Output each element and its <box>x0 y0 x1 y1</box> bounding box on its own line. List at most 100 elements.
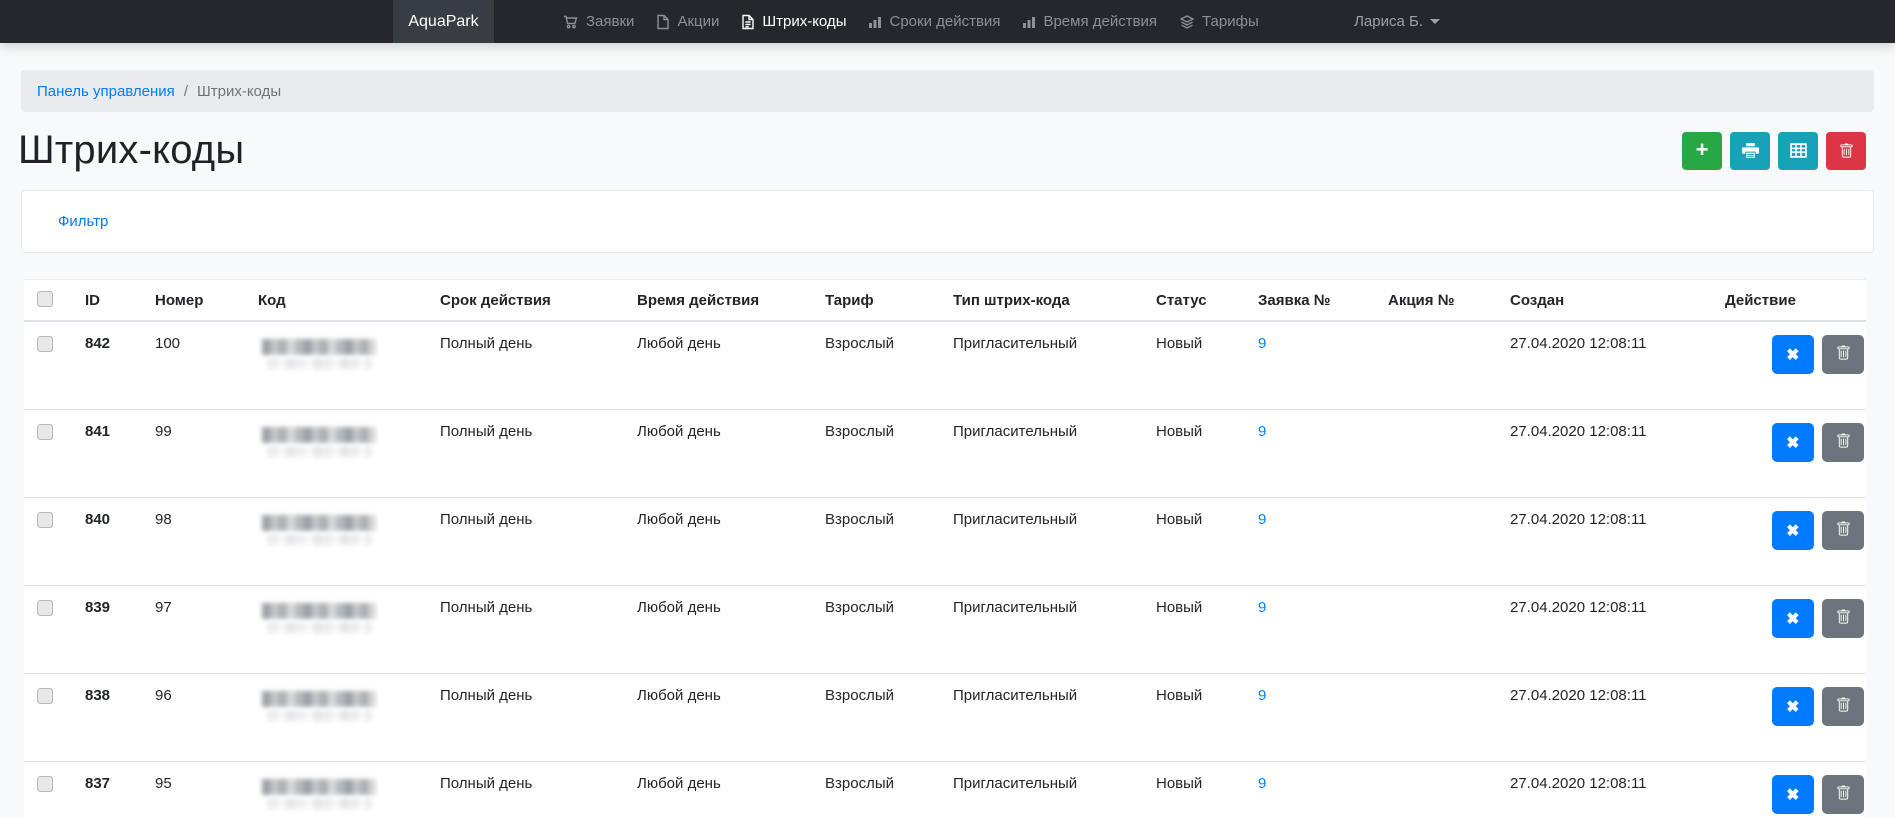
deactivate-button[interactable]: ✖ <box>1771 511 1814 550</box>
col-id: ID <box>72 279 142 322</box>
cell-status: Новый <box>1143 497 1245 586</box>
cell-validity: Полный день <box>427 585 624 674</box>
nav-item-validity-terms[interactable]: Сроки действия <box>857 0 1011 43</box>
deactivate-button[interactable]: ✖ <box>1771 775 1814 814</box>
filter-toggle-link[interactable]: Фильтр <box>58 213 108 230</box>
cell-validity: Полный день <box>427 320 624 410</box>
cell-created: 27.04.2020 12:08:11 <box>1497 497 1712 586</box>
nav-item-promos[interactable]: Акции <box>645 0 730 43</box>
nav-item-barcodes[interactable]: Штрих-коды <box>730 0 857 43</box>
cell-id: 842 <box>72 320 142 410</box>
nav-item-label: Тарифы <box>1202 13 1259 30</box>
request-link[interactable]: 9 <box>1258 335 1266 352</box>
cell-promo <box>1375 497 1497 586</box>
x-icon: ✖ <box>1786 786 1800 804</box>
request-link[interactable]: 9 <box>1258 511 1266 528</box>
barcode-image <box>258 779 380 818</box>
trash-icon <box>1836 609 1851 628</box>
table-row: 838 96 Полный день Любой день Взрослый П… <box>24 673 1866 762</box>
col-status: Статус <box>1143 279 1245 322</box>
col-type: Тип штрих-кода <box>940 279 1143 322</box>
title-row: Штрих-коды + <box>18 128 1866 173</box>
request-link[interactable]: 9 <box>1258 687 1266 704</box>
cell-id: 839 <box>72 585 142 674</box>
cell-time: Любой день <box>624 761 812 818</box>
user-name: Лариса Б. <box>1354 13 1423 30</box>
nav-item-tariffs[interactable]: Тарифы <box>1168 0 1270 43</box>
cell-type: Пригласительный <box>940 497 1143 586</box>
export-table-button[interactable] <box>1778 131 1818 170</box>
cell-number: 98 <box>142 497 245 586</box>
brand-link[interactable]: AquaPark <box>393 0 494 43</box>
user-menu[interactable]: Лариса Б. <box>1354 0 1440 43</box>
breadcrumb-home-link[interactable]: Панель управления <box>37 83 175 100</box>
cell-tariff: Взрослый <box>812 673 940 762</box>
cell-number: 97 <box>142 585 245 674</box>
x-icon: ✖ <box>1786 522 1800 540</box>
breadcrumb: Панель управления / Штрих-коды <box>21 70 1874 112</box>
col-action: Действие <box>1712 279 1866 322</box>
deactivate-button[interactable]: ✖ <box>1771 335 1814 374</box>
table-row: 839 97 Полный день Любой день Взрослый П… <box>24 585 1866 674</box>
row-delete-button[interactable] <box>1822 335 1864 374</box>
nav-item-label: Акции <box>677 13 720 30</box>
table-row: 841 99 Полный день Любой день Взрослый П… <box>24 409 1866 498</box>
trash-icon <box>1836 697 1851 716</box>
row-delete-button[interactable] <box>1822 423 1864 462</box>
col-time: Время действия <box>624 279 812 322</box>
cell-number: 100 <box>142 320 245 410</box>
select-all-checkbox[interactable] <box>37 291 53 307</box>
print-button[interactable] <box>1730 131 1770 170</box>
layers-icon <box>1179 14 1195 30</box>
trash-icon <box>1839 143 1854 159</box>
col-code: Код <box>245 279 427 322</box>
top-navbar: AquaPark Заявки Акции Штрих-коды Сроки д… <box>0 0 1895 43</box>
row-checkbox[interactable] <box>37 424 53 440</box>
cell-id: 838 <box>72 673 142 762</box>
barcode-image <box>258 515 380 585</box>
row-checkbox[interactable] <box>37 776 53 792</box>
cell-time: Любой день <box>624 320 812 410</box>
chevron-down-icon <box>1430 19 1440 24</box>
row-delete-button[interactable] <box>1822 511 1864 550</box>
cell-created: 27.04.2020 12:08:11 <box>1497 409 1712 498</box>
barcodes-table: ID Номер Код Срок действия Время действи… <box>24 279 1866 818</box>
row-delete-button[interactable] <box>1822 687 1864 726</box>
nav-item-orders[interactable]: Заявки <box>552 0 645 43</box>
trash-icon <box>1836 433 1851 452</box>
deactivate-button[interactable]: ✖ <box>1771 687 1814 726</box>
add-button[interactable]: + <box>1682 131 1722 170</box>
cell-status: Новый <box>1143 409 1245 498</box>
deactivate-button[interactable]: ✖ <box>1771 423 1814 462</box>
nav-item-label: Сроки действия <box>889 13 1001 30</box>
request-link[interactable]: 9 <box>1258 423 1266 440</box>
cell-status: Новый <box>1143 761 1245 818</box>
row-checkbox[interactable] <box>37 336 53 352</box>
row-checkbox[interactable] <box>37 688 53 704</box>
bar-chart-icon <box>1022 15 1036 29</box>
cell-number: 96 <box>142 673 245 762</box>
delete-all-button[interactable] <box>1826 131 1866 170</box>
nav-item-time-of-action[interactable]: Время действия <box>1011 0 1168 43</box>
row-delete-button[interactable] <box>1822 599 1864 638</box>
cell-validity: Полный день <box>427 761 624 818</box>
cell-id: 841 <box>72 409 142 498</box>
row-checkbox[interactable] <box>37 512 53 528</box>
cell-status: Новый <box>1143 673 1245 762</box>
row-checkbox[interactable] <box>37 600 53 616</box>
barcode-image <box>258 339 380 409</box>
cell-tariff: Взрослый <box>812 761 940 818</box>
file-icon <box>656 14 670 30</box>
request-link[interactable]: 9 <box>1258 775 1266 792</box>
deactivate-button[interactable]: ✖ <box>1771 599 1814 638</box>
cell-created: 27.04.2020 12:08:11 <box>1497 585 1712 674</box>
row-delete-button[interactable] <box>1822 775 1864 814</box>
cell-validity: Полный день <box>427 497 624 586</box>
cell-status: Новый <box>1143 320 1245 410</box>
cell-promo <box>1375 761 1497 818</box>
barcode-image <box>258 603 380 673</box>
cell-time: Любой день <box>624 585 812 674</box>
table-header-row: ID Номер Код Срок действия Время действи… <box>24 279 1866 322</box>
cell-promo <box>1375 320 1497 410</box>
request-link[interactable]: 9 <box>1258 599 1266 616</box>
